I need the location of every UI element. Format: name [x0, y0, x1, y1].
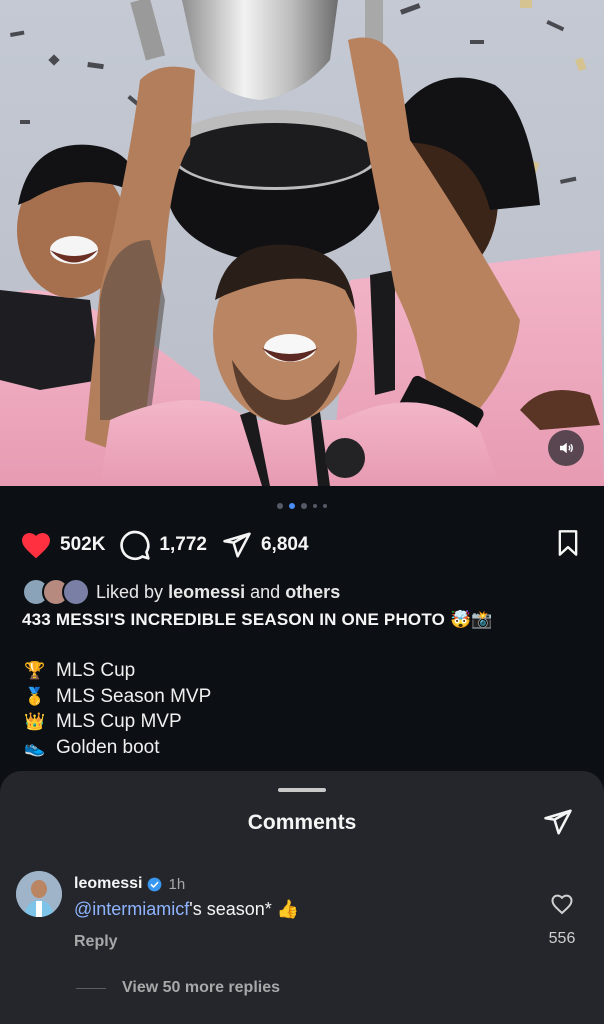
avatar [62, 578, 90, 606]
liked-by-connector: and [250, 581, 281, 602]
comment-like-button[interactable]: 556 [542, 893, 582, 948]
like-count: 502K [60, 534, 106, 555]
sheet-title: Comments [247, 811, 357, 834]
share-count: 6,804 [260, 534, 309, 555]
caption-item-text: MLS Cup [56, 660, 136, 681]
comment-text: @intermiamicf's season* 👍 [74, 899, 299, 920]
carousel-dot [301, 503, 307, 509]
caption-item-text: MLS Season MVP [56, 685, 212, 707]
bookmark-icon [558, 529, 578, 556]
view-more-replies[interactable]: View 50 more replies [76, 979, 280, 997]
liked-by-others[interactable]: others [285, 582, 340, 603]
mute-toggle-button[interactable] [548, 430, 584, 466]
share-button[interactable]: 6,804 [221, 530, 309, 560]
carousel-dot [277, 503, 283, 509]
caption-item: 👑 MLS Cup MVP [22, 709, 211, 735]
caption-title: 433 MESSI'S INCREDIBLE SEASON IN ONE PHO… [22, 610, 493, 629]
like-button[interactable]: 502K [20, 530, 105, 560]
liked-by-prefix: Liked by [96, 581, 164, 602]
send-paper-plane-icon [544, 809, 572, 835]
caption-item: 🏆 MLS Cup [22, 658, 211, 684]
post-action-bar: 502K 1,772 6,804 [20, 528, 582, 562]
carousel-dot [323, 504, 327, 508]
caption-item: 🥇 MLS Season MVP [22, 684, 211, 710]
crown-icon: 👑 [24, 712, 46, 731]
liked-by-user[interactable]: leomessi [168, 582, 245, 603]
verified-badge-icon [148, 877, 162, 891]
comment-body: 's season* 👍 [189, 899, 300, 919]
comment-mention[interactable]: @intermiamicf [74, 899, 189, 919]
boot-icon: 👟 [24, 737, 46, 757]
view-more-replies-label[interactable]: View 50 more replies [122, 979, 280, 997]
save-button[interactable] [554, 528, 582, 563]
caption-item-text: MLS Cup MVP [56, 711, 182, 732]
liked-by-row[interactable]: Liked by leomessi and others [22, 578, 340, 606]
carousel-dot [313, 504, 317, 508]
comment-bubble-icon [120, 530, 151, 560]
medal-icon: 🥇 [24, 686, 46, 706]
carousel-indicator [0, 503, 604, 509]
post-photo[interactable] [0, 0, 604, 486]
comments-sheet: Comments leomessi 1h @intermiamicf's sea… [0, 771, 604, 1024]
reply-button[interactable]: Reply [74, 933, 118, 951]
avatar[interactable] [16, 871, 62, 917]
heart-filled-icon [22, 533, 50, 559]
trophy-icon: 🏆 [24, 661, 46, 680]
comment-count: 1,772 [159, 534, 207, 555]
caption-list: 🏆 MLS Cup 🥇 MLS Season MVP 👑 MLS Cup MVP… [22, 658, 211, 760]
comment-button[interactable]: 1,772 [119, 529, 207, 561]
carousel-dot-active [289, 503, 295, 509]
caption-item: 👟 Golden boot [22, 735, 211, 761]
divider [76, 987, 106, 989]
comment-like-count: 556 [548, 930, 576, 947]
comment-username[interactable]: leomessi [74, 875, 142, 893]
send-paper-plane-icon [223, 532, 251, 558]
caption-item-text: Golden boot [56, 736, 160, 758]
comment-author[interactable]: leomessi 1h [74, 875, 185, 893]
comment-time: 1h [168, 875, 186, 893]
speaker-icon [560, 442, 573, 454]
sheet-drag-handle[interactable] [278, 788, 326, 792]
liker-avatars [22, 578, 90, 606]
share-comments-button[interactable] [542, 807, 574, 842]
heart-outline-icon [551, 894, 573, 915]
